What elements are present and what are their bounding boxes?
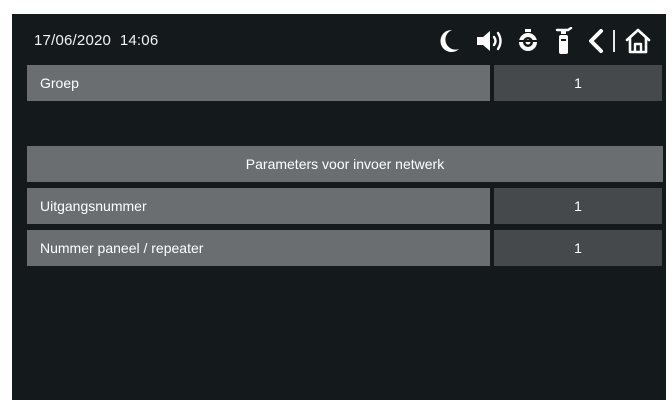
back-icon[interactable] [587, 26, 605, 56]
fire-extinguisher-icon[interactable] [553, 26, 573, 56]
home-icon[interactable] [624, 26, 652, 56]
groep-label: Groep [27, 65, 490, 101]
section-header-network-input: Parameters voor invoer netwerk [27, 146, 663, 182]
speaker-icon[interactable] [475, 26, 505, 56]
nummer-paneel-label: Nummer paneel / repeater [27, 230, 490, 266]
uitgangsnummer-value-field[interactable]: 1 [494, 188, 662, 224]
alarm-bell-icon[interactable] [517, 26, 539, 56]
device-screen: 17/06/2020 14:06 Groep 1 Parameters voor… [12, 14, 666, 400]
date-time: 17/06/2020 14:06 [34, 32, 158, 49]
moon-icon[interactable] [437, 26, 461, 56]
row-groep: Groep 1 [27, 65, 662, 101]
row-uitgangsnummer: Uitgangsnummer 1 [27, 188, 662, 224]
date-text: 17/06/2020 [34, 32, 112, 49]
groep-value-field[interactable]: 1 [494, 65, 662, 101]
time-text: 14:06 [119, 32, 159, 49]
uitgangsnummer-label: Uitgangsnummer [27, 188, 490, 224]
nummer-paneel-value-field[interactable]: 1 [494, 230, 662, 266]
status-icons [437, 26, 652, 56]
row-nummer-paneel-repeater: Nummer paneel / repeater 1 [27, 230, 662, 266]
status-bar: 17/06/2020 14:06 [12, 14, 666, 64]
icon-separator [613, 30, 615, 52]
